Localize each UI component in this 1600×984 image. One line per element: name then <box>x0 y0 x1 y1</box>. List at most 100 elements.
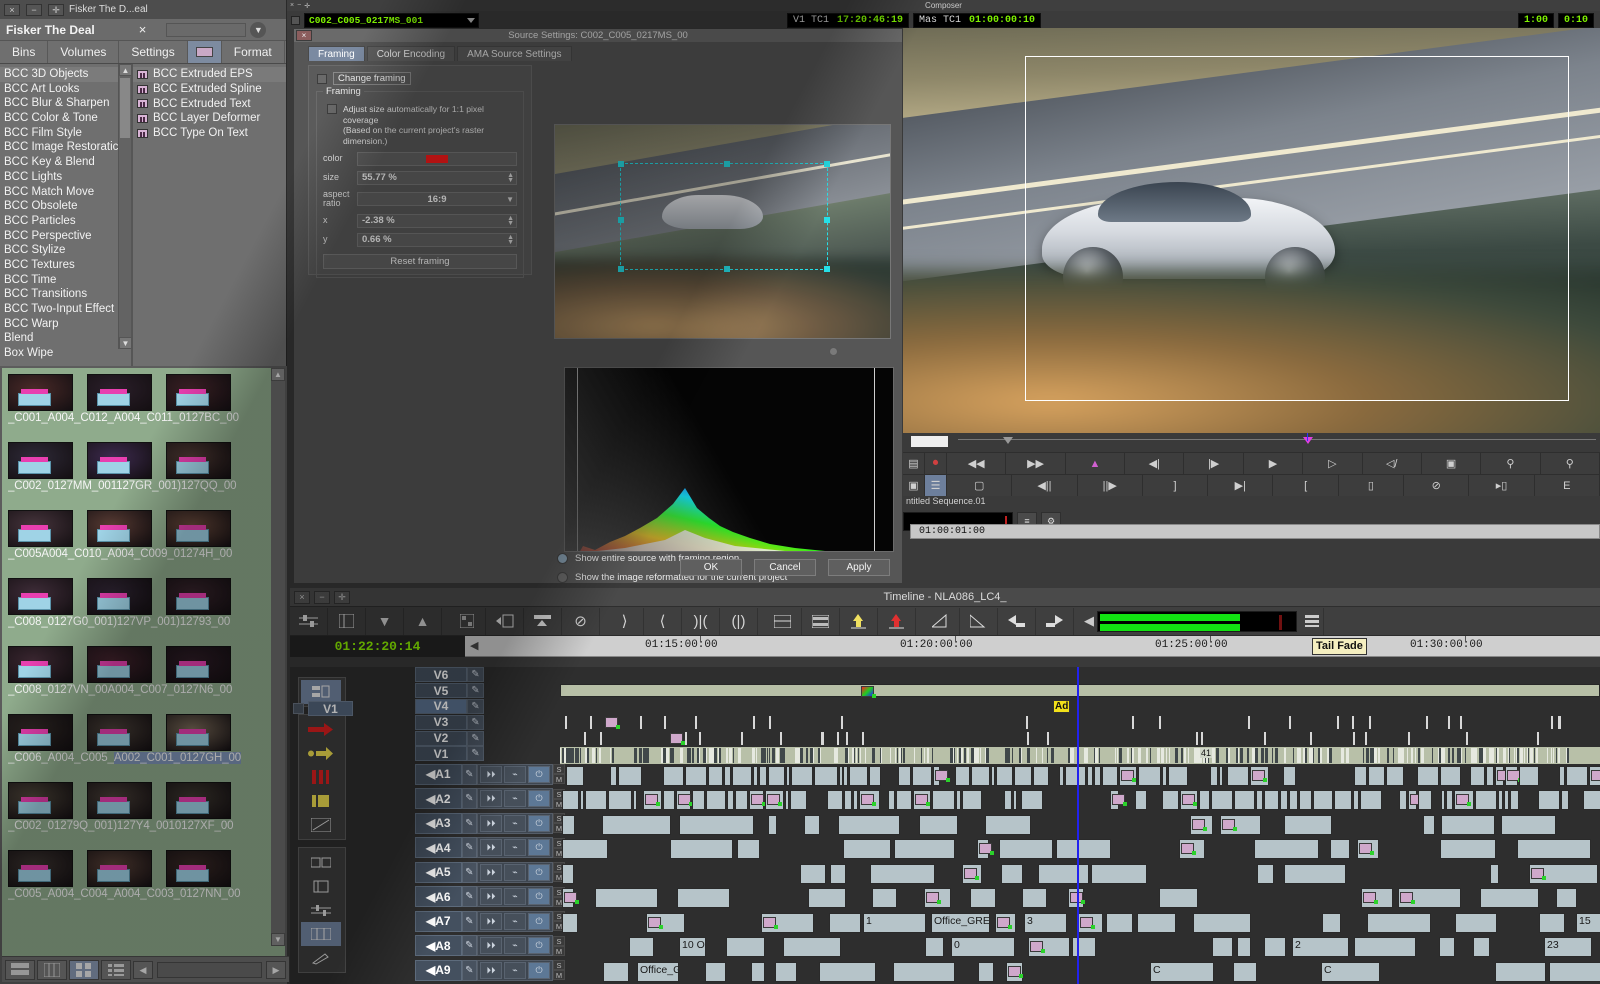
timeline-clip[interactable] <box>819 962 876 982</box>
extract-up-icon[interactable] <box>878 607 916 635</box>
timeline-clip[interactable] <box>1257 864 1274 884</box>
power-icon[interactable]: ⏻ <box>528 839 550 857</box>
audio-scrub-button[interactable]: ◁/ <box>1363 453 1422 474</box>
timeline-clip[interactable] <box>566 766 584 786</box>
track-name[interactable]: ◀A5 <box>415 861 462 883</box>
timeline-clip[interactable] <box>1013 790 1017 810</box>
timeline-clip[interactable] <box>956 790 961 810</box>
bin-thumbnail[interactable] <box>166 578 231 615</box>
ad-badge[interactable]: Ad <box>1053 700 1071 713</box>
bin-thumbnail[interactable] <box>87 578 152 615</box>
audio-track-header[interactable]: ◀A3 ✎ ⏵⏵ ⌁ ⏻ S M <box>415 811 565 836</box>
zoom-out-icon[interactable]: ⚲ <box>1541 453 1600 474</box>
track-lane-a3[interactable] <box>560 814 1600 836</box>
bin-thumbnail[interactable] <box>8 782 73 819</box>
timeline-clip[interactable] <box>919 815 958 835</box>
audio-track-controls[interactable]: ⏵⏵ ⌁ ⏻ <box>477 886 553 908</box>
audio-track-header[interactable]: ◀A6 ✎ ⏵⏵ ⌁ ⏻ S M <box>415 884 565 909</box>
fade-out-icon[interactable] <box>960 607 998 635</box>
source-track-toggle[interactable] <box>293 703 304 714</box>
timeline-clip[interactable] <box>830 864 846 884</box>
effect-icon[interactable] <box>1112 794 1127 806</box>
power-icon[interactable]: ⏻ <box>528 888 550 906</box>
project-close-icon[interactable]: × <box>139 22 147 37</box>
pencil-icon[interactable]: ✎ <box>461 910 477 932</box>
tab-effects[interactable] <box>187 41 222 63</box>
timeline-clip[interactable] <box>726 937 765 957</box>
category-scrollbar[interactable]: ▲ ▼ <box>118 64 132 349</box>
speaker-icon[interactable]: ◀ <box>1084 613 1094 629</box>
timeline-clip[interactable] <box>1254 839 1319 859</box>
effect-icon[interactable] <box>1400 892 1415 904</box>
timeline-clip[interactable] <box>1441 790 1445 810</box>
timeline-clip[interactable] <box>932 790 955 810</box>
change-framing-row[interactable]: Change framing <box>309 66 531 85</box>
chevron-down-icon[interactable]: ▼ <box>250 21 267 38</box>
power-icon[interactable]: ⏻ <box>528 961 550 979</box>
track-name[interactable]: V1 <box>415 746 467 762</box>
timeline-clip[interactable] <box>608 790 632 810</box>
rubberband-icon[interactable]: ⌁ <box>504 814 526 832</box>
bin-clip-label[interactable]: _C005A004_C010_A004_C009_01274H_00 <box>8 548 270 560</box>
pencil-icon[interactable]: ✎ <box>461 837 477 859</box>
timeline-clip[interactable] <box>1072 937 1096 957</box>
bin-scroll-down-icon[interactable]: ▼ <box>271 933 285 946</box>
play-button[interactable]: ▶ <box>1244 453 1304 474</box>
timeline-clip[interactable] <box>1065 766 1086 786</box>
bin-thumbnail[interactable] <box>8 442 73 479</box>
monitor-position-bar[interactable] <box>903 433 1600 452</box>
timeline-clip[interactable] <box>1583 790 1600 810</box>
x-field[interactable]: -2.38 % ▲ ▼ <box>357 213 517 228</box>
timeline-clip[interactable] <box>791 766 813 786</box>
audio-track-controls[interactable]: ⏵⏵ ⌁ ⏻ <box>477 788 553 810</box>
step-right-icon[interactable] <box>1036 607 1074 635</box>
size-field[interactable]: 55.77 % ▲ ▼ <box>357 170 517 185</box>
effect-item[interactable]: BCC Layer Deformer <box>133 111 286 126</box>
effect-icon[interactable] <box>1121 770 1136 782</box>
effect-icon[interactable] <box>645 794 660 806</box>
window-maximize-button[interactable]: ✛ <box>48 3 64 16</box>
bin-thumbnail[interactable] <box>8 714 73 751</box>
audio-track-header[interactable]: ◀A4 ✎ ⏵⏵ ⌁ ⏻ S M <box>415 835 565 860</box>
tab-volumes[interactable]: Volumes <box>48 41 120 63</box>
timeline-maximize-button[interactable]: ✛ <box>334 590 350 604</box>
timeline-clip[interactable] <box>595 888 658 908</box>
effect-icon[interactable] <box>861 686 876 698</box>
effect-category-item[interactable]: BCC 3D Objects <box>0 67 131 82</box>
film-frames-icon[interactable] <box>301 922 341 946</box>
dual-roller-trim-icon[interactable]: )|( <box>682 607 720 635</box>
pencil-icon[interactable]: ✎ <box>467 667 484 683</box>
timeline-clip[interactable] <box>814 766 838 786</box>
overwrite-trim-icon[interactable] <box>524 607 562 635</box>
timeline-clip[interactable]: Office_GRE <box>637 962 679 982</box>
pencil-icon[interactable]: ✎ <box>461 788 477 810</box>
timeline-clip[interactable]: 10 OPS_Be <box>679 937 706 957</box>
timeline-clip[interactable] <box>562 790 579 810</box>
timeline-clip[interactable] <box>978 962 994 982</box>
dual-window-icon[interactable] <box>301 850 341 874</box>
timeline-clip[interactable] <box>1283 766 1296 786</box>
timeline-clip[interactable] <box>679 815 754 835</box>
waveform-icon[interactable]: ⏵⏵ <box>480 888 502 906</box>
rubberband-icon[interactable]: ⌁ <box>504 937 526 955</box>
timeline-clip[interactable]: 15 <box>1576 913 1600 933</box>
lift-up-icon[interactable] <box>840 607 878 635</box>
change-framing-checkbox[interactable] <box>317 73 327 84</box>
timeline-playhead[interactable] <box>1077 667 1079 984</box>
bin-scroll-up-icon[interactable]: ▲ <box>271 368 285 381</box>
effect-icon[interactable] <box>915 794 930 806</box>
mark-in-triangle[interactable] <box>1003 437 1013 444</box>
mark-clip-2-button[interactable]: ▯ <box>1339 475 1405 496</box>
effect-category-list[interactable]: BCC 3D Objects BCC Art Looks BCC Blur & Sh… <box>0 64 132 366</box>
timeline-clip[interactable] <box>870 864 935 884</box>
track-lane-a2[interactable] <box>560 789 1600 811</box>
bin-thumbnail[interactable] <box>8 578 73 615</box>
pencil-icon[interactable]: ✎ <box>467 698 484 714</box>
rubberband-icon[interactable]: ⌁ <box>504 863 526 881</box>
bin-thumbnail[interactable] <box>166 850 231 887</box>
source-track-selector[interactable]: V1 <box>293 701 353 716</box>
effect-category-item[interactable]: BCC Particles <box>0 214 131 229</box>
rewind-button[interactable]: ◀◀ <box>947 453 1007 474</box>
two-window-icon[interactable]: ▤ <box>903 453 925 474</box>
preview-resize-handle[interactable] <box>829 347 838 356</box>
